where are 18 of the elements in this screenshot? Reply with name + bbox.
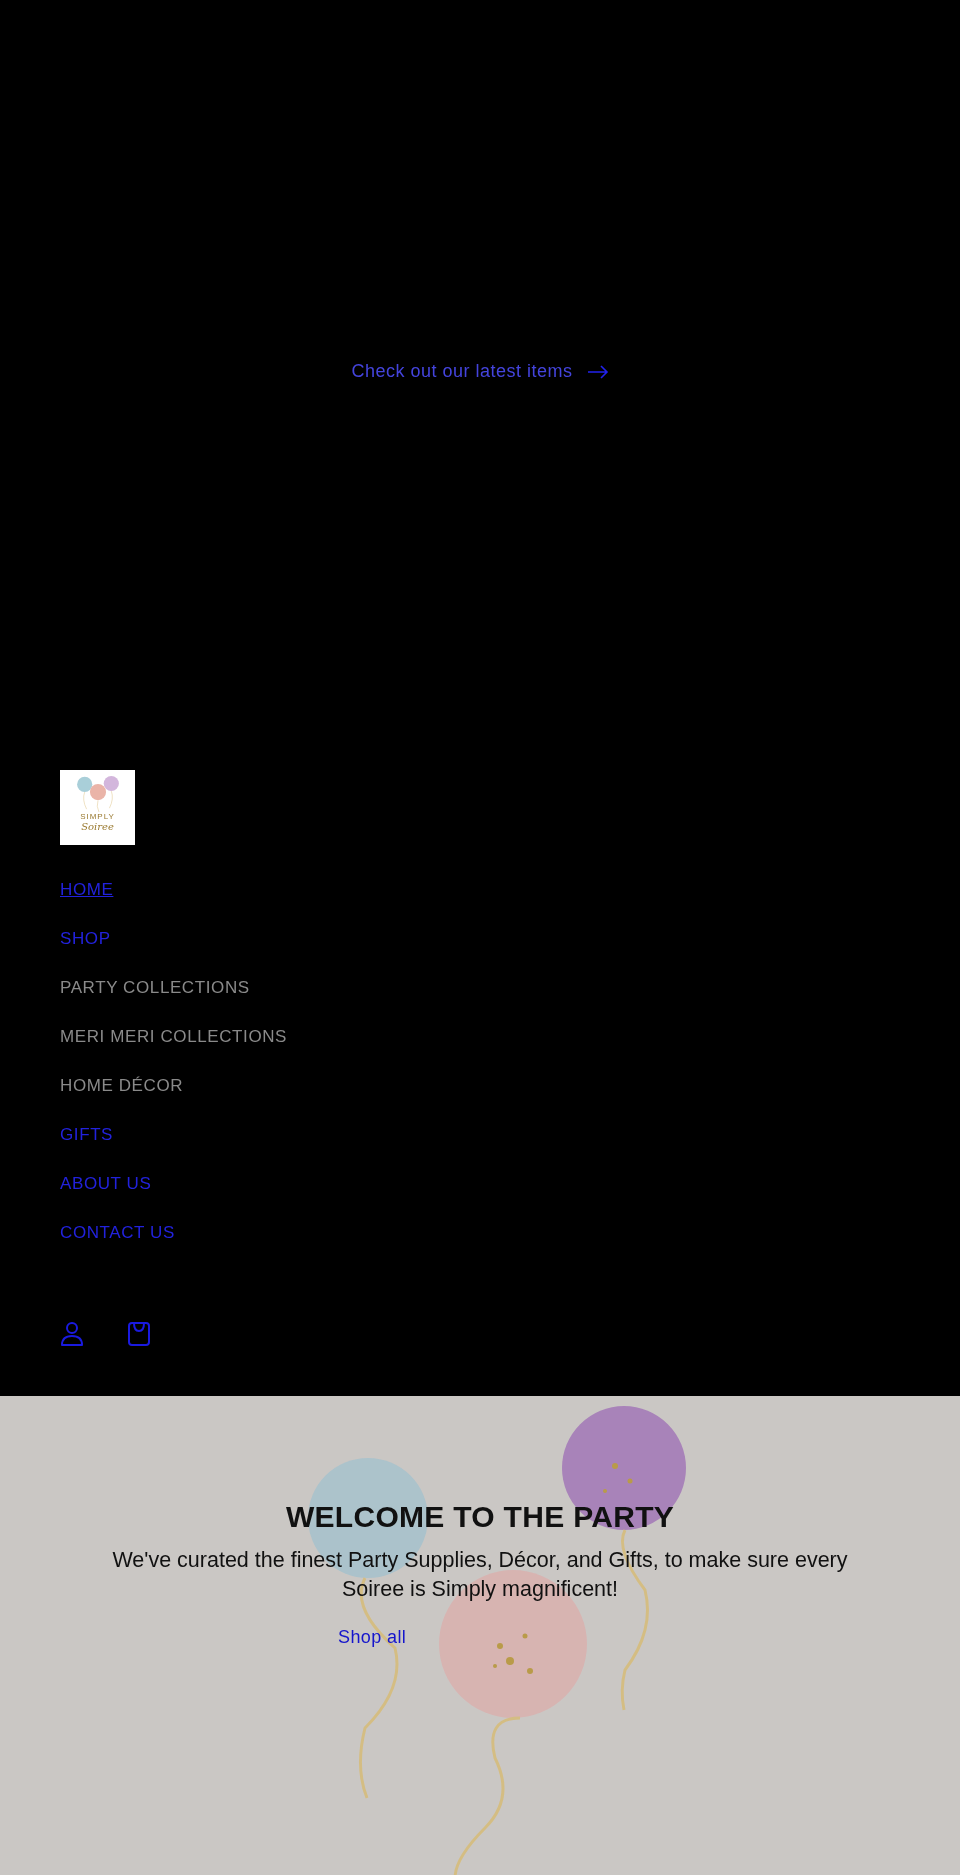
welcome-text: We've curated the finest Party Supplies, Décor, and Gifts, to make sure every Soiree is Simply magnificent! xyxy=(111,1547,849,1603)
logo-text: SIMPLY xyxy=(80,812,115,821)
nav-link[interactable]: MERI MERI COLLECTIONS xyxy=(60,1026,288,1047)
nav-link[interactable]: SHOP xyxy=(60,928,111,949)
nav-link[interactable]: ABOUT US xyxy=(60,1173,152,1194)
nav-link[interactable]: CONTACT US xyxy=(60,1222,175,1243)
nav-link[interactable]: PARTY COLLECTIONS xyxy=(60,977,250,998)
logo-script: Soiree xyxy=(81,821,114,832)
cart-icon[interactable] xyxy=(127,1321,151,1347)
shop-all-link[interactable]: Shop all xyxy=(338,1627,407,1648)
store-logo[interactable]: SIMPLY Soiree xyxy=(60,770,135,845)
welcome-heading: WELCOME TO THE PARTY xyxy=(285,1500,675,1534)
arrow-icon xyxy=(586,364,609,379)
nav-link[interactable]: GIFTS xyxy=(60,1124,114,1145)
nav-link[interactable]: HOME xyxy=(60,879,114,900)
latest-items-link[interactable]: Check out our latest items xyxy=(351,361,609,382)
nav-link[interactable]: HOME DÉCOR xyxy=(60,1075,184,1096)
account-icon[interactable] xyxy=(60,1321,84,1347)
